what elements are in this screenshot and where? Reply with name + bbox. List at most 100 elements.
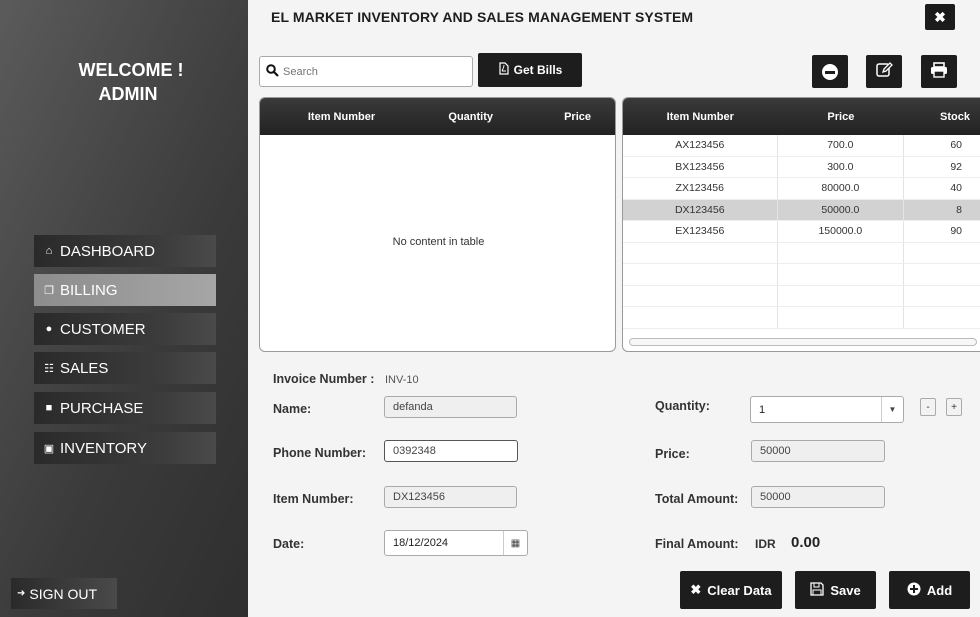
invoice-number-value: INV-10	[385, 374, 419, 386]
minus-circle-icon	[822, 63, 838, 80]
user-icon: ●	[45, 323, 53, 335]
cart-icon: ☷	[44, 362, 54, 375]
edit-button[interactable]	[866, 55, 902, 88]
name-field[interactable]	[384, 396, 517, 418]
sidebar-item-customer[interactable]: ● CUSTOMER	[34, 313, 216, 345]
print-button[interactable]	[921, 55, 957, 88]
date-value: 18/12/2024	[393, 537, 449, 549]
copy-icon: ❐	[44, 284, 54, 297]
clear-data-label: Clear Data	[707, 582, 772, 598]
get-bills-label: Get Bills	[513, 63, 563, 77]
search-icon	[266, 63, 279, 80]
final-amount-label: Final Amount:	[655, 537, 739, 551]
admin-text: ADMIN	[98, 84, 158, 104]
date-picker[interactable]: 18/12/2024 ▦	[384, 530, 528, 556]
chevron-down-icon[interactable]: ▼	[881, 397, 903, 422]
product-table[interactable]: Item Number Price Stock AX123456 700.0 6…	[622, 97, 980, 352]
stock-cell: 8	[956, 203, 962, 216]
final-amount-value: 0.00	[791, 534, 821, 551]
price-label: Price:	[655, 447, 690, 461]
sidebar-item-label: INVENTORY	[60, 439, 147, 457]
sign-out-button[interactable]: ➜ SIGN OUT	[11, 578, 117, 609]
stock-cell: 92	[950, 160, 962, 173]
horizontal-scrollbar[interactable]	[629, 338, 977, 346]
stock-cell: 60	[950, 139, 962, 152]
quantity-dropdown[interactable]: 1 ▼	[750, 396, 904, 423]
invoice-number-label: Invoice Number :	[273, 372, 375, 386]
empty-table-message: No content in table	[392, 236, 485, 248]
search-input[interactable]	[283, 65, 453, 78]
pdf-icon	[498, 62, 510, 78]
plus-circle-icon	[907, 582, 921, 599]
empty-row	[623, 242, 980, 264]
item-number-cell: BX123456	[623, 156, 778, 177]
close-button[interactable]: ✖	[925, 4, 955, 30]
column-header[interactable]: Stock	[904, 111, 980, 123]
get-bills-button[interactable]: Get Bills	[478, 53, 582, 87]
sidebar-item-label: CUSTOMER	[60, 320, 146, 338]
table-row-selected[interactable]: DX123456 50000.0 8	[623, 199, 980, 221]
remove-button[interactable]	[812, 55, 848, 88]
total-amount-label: Total Amount:	[655, 492, 739, 506]
stock-cell: 40	[950, 182, 962, 195]
edit-icon	[875, 61, 893, 82]
quantity-label: Quantity:	[655, 399, 710, 413]
sign-out-icon: ➜	[17, 588, 26, 599]
price-cell: 300.0	[778, 156, 905, 177]
empty-row	[623, 307, 980, 329]
clear-data-button[interactable]: ✖ Clear Data	[680, 571, 782, 609]
column-header[interactable]: Price	[778, 111, 905, 123]
sidebar-item-label: PURCHASE	[60, 399, 144, 417]
table-row[interactable]: AX123456 700.0 60	[623, 135, 980, 157]
table-row[interactable]: ZX123456 80000.0 40	[623, 178, 980, 200]
empty-row	[623, 285, 980, 307]
sidebar-item-dashboard[interactable]: ⌂ DASHBOARD	[34, 235, 216, 267]
app-title: EL MARKET INVENTORY AND SALES MANAGEMENT…	[271, 9, 694, 25]
price-cell: 700.0	[778, 135, 905, 156]
sidebar: WELCOME ! ADMIN ⌂ DASHBOARD ❐ BILLING ● …	[0, 0, 248, 617]
bill-table[interactable]: Item Number Quantity Price No content in…	[259, 97, 616, 352]
table-row[interactable]: EX123456 150000.0 90	[623, 221, 980, 243]
sidebar-item-billing[interactable]: ❐ BILLING	[34, 274, 216, 306]
price-cell: 80000.0	[778, 178, 905, 199]
search-box[interactable]	[259, 56, 473, 87]
quantity-value: 1	[759, 403, 766, 416]
floppy-disk-icon	[810, 581, 824, 599]
table-row[interactable]: BX123456 300.0 92	[623, 156, 980, 178]
date-label: Date:	[273, 537, 305, 551]
save-label: Save	[830, 582, 861, 598]
sidebar-item-inventory[interactable]: ▣ INVENTORY	[34, 432, 216, 464]
save-button[interactable]: Save	[795, 571, 876, 609]
add-button[interactable]: Add	[889, 571, 970, 609]
column-header[interactable]: Item Number	[260, 111, 423, 123]
total-amount-field[interactable]	[751, 486, 885, 508]
table-header: Item Number Price Stock	[623, 98, 980, 135]
column-header[interactable]: Quantity	[423, 111, 518, 123]
sidebar-item-purchase[interactable]: ■ PURCHASE	[34, 392, 216, 424]
stock-cell: 90	[950, 225, 962, 238]
price-field[interactable]	[751, 440, 885, 462]
empty-row	[623, 264, 980, 286]
column-header[interactable]: Item Number	[623, 111, 778, 123]
home-icon: ⌂	[45, 245, 53, 257]
welcome-text: WELCOME !	[78, 60, 184, 80]
item-number-field[interactable]	[384, 486, 517, 508]
column-header[interactable]: Price	[518, 111, 615, 123]
quantity-decrement-button[interactable]: -	[920, 398, 936, 416]
currency-label: IDR	[755, 537, 776, 551]
calendar-icon[interactable]: ▦	[503, 531, 527, 555]
name-label: Name:	[273, 402, 312, 416]
sidebar-item-sales[interactable]: ☷ SALES	[34, 352, 216, 384]
close-icon: ✖	[690, 582, 702, 597]
item-number-cell: EX123456	[623, 221, 778, 242]
price-cell: 150000.0	[778, 221, 905, 242]
phone-number-field[interactable]	[384, 440, 518, 462]
sidebar-item-label: DASHBOARD	[60, 242, 156, 260]
item-number-cell: ZX123456	[623, 178, 778, 199]
close-icon: ✖	[934, 8, 946, 25]
price-cell: 50000.0	[778, 199, 905, 220]
table-header: Item Number Quantity Price	[260, 98, 615, 135]
sidebar-item-label: SALES	[60, 359, 109, 377]
quantity-increment-button[interactable]: +	[946, 398, 962, 416]
item-number-label: Item Number:	[273, 492, 354, 506]
